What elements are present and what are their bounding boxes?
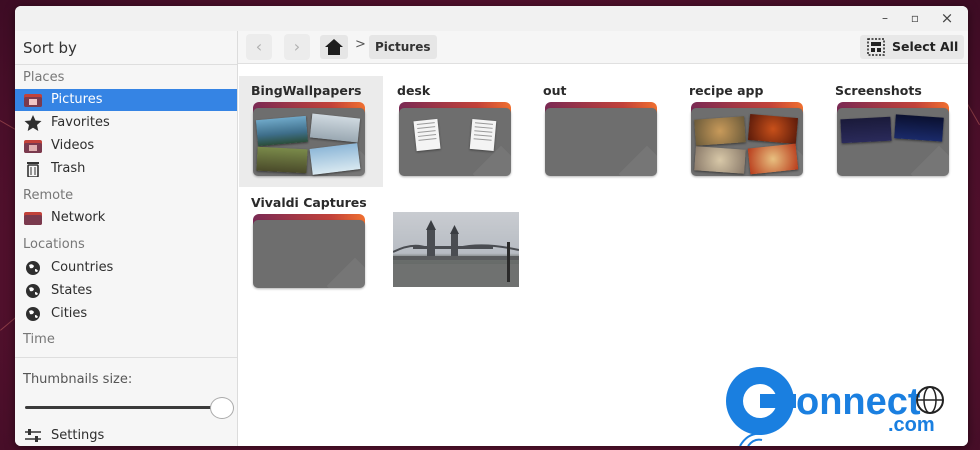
sliders-icon xyxy=(25,429,41,442)
sidebar-item-network[interactable]: Network xyxy=(15,207,237,229)
minimize-button[interactable]: – xyxy=(875,9,895,27)
divider xyxy=(15,64,237,65)
sidebar-item-trash[interactable]: Trash xyxy=(15,158,237,180)
file-manager-window: – ▫ × Sort by Places Pictures Favorites … xyxy=(15,6,968,446)
thumbnail-photo xyxy=(309,113,361,143)
section-time[interactable]: Time xyxy=(23,332,55,347)
slider-track xyxy=(25,406,213,409)
title-bar: – ▫ × xyxy=(15,6,968,31)
select-all-label: Select All xyxy=(892,39,959,54)
sidebar-item-label: Countries xyxy=(51,260,114,275)
folder-name: Screenshots xyxy=(835,83,922,98)
sidebar-item-label: Network xyxy=(51,210,106,225)
breadcrumb-current[interactable]: Pictures xyxy=(369,35,437,59)
videos-folder-icon xyxy=(24,140,42,153)
document-thumbnail xyxy=(469,119,497,151)
folder-name: recipe app xyxy=(689,83,764,98)
toolbar: ‹ › > Pictures Select All xyxy=(238,31,968,64)
sidebar-item-cities[interactable]: Cities xyxy=(15,303,237,325)
slider-knob[interactable] xyxy=(210,397,234,419)
sidebar-item-label: Trash xyxy=(51,161,86,176)
sidebar-item-videos[interactable]: Videos xyxy=(15,135,237,157)
sidebar-item-countries[interactable]: Countries xyxy=(15,257,237,279)
thumbnail-photo xyxy=(694,146,746,174)
trash-icon xyxy=(27,162,39,177)
watermark-logo: onnect .com xyxy=(712,354,968,446)
photo-thumbnail xyxy=(393,220,519,287)
sidebar-item-label: Cities xyxy=(51,306,88,321)
close-button[interactable]: × xyxy=(937,9,957,27)
thumbnail-photo xyxy=(256,146,308,174)
thumbnail-photo xyxy=(694,116,746,146)
folder-icon xyxy=(837,102,949,176)
pictures-folder-icon xyxy=(24,94,42,107)
folder-bingwallpapers[interactable]: BingWallpapers xyxy=(239,76,383,187)
section-locations: Locations xyxy=(23,237,85,252)
forward-button[interactable]: › xyxy=(284,34,310,60)
thumbnails-size-slider[interactable] xyxy=(25,397,234,419)
thumbnail-photo xyxy=(255,115,309,147)
folder-recipe-app[interactable]: recipe app xyxy=(677,76,821,187)
svg-text:.com: .com xyxy=(888,414,935,436)
folder-desk[interactable]: desk xyxy=(385,76,529,187)
star-icon xyxy=(24,115,42,131)
settings-label: Settings xyxy=(51,428,105,443)
folder-icon xyxy=(253,102,365,176)
breadcrumb-home[interactable] xyxy=(320,35,348,59)
folder-screenshots[interactable]: Screenshots xyxy=(823,76,967,187)
breadcrumb-separator: > xyxy=(355,37,366,52)
folder-icon xyxy=(253,214,365,288)
sidebar-item-label: Videos xyxy=(51,138,95,153)
sidebar-item-pictures[interactable]: Pictures xyxy=(15,89,237,111)
folder-vivaldi-captures[interactable]: Vivaldi Captures xyxy=(239,188,383,299)
network-folder-icon xyxy=(24,212,42,225)
folder-icon xyxy=(691,102,803,176)
settings-button[interactable]: Settings xyxy=(15,425,237,446)
sidebar-item-label: Pictures xyxy=(51,92,103,107)
document-thumbnail xyxy=(413,118,441,152)
home-icon xyxy=(325,39,343,55)
sort-by-button[interactable]: Sort by xyxy=(23,39,77,57)
folder-out[interactable]: out xyxy=(531,76,675,187)
folder-icon xyxy=(545,102,657,176)
divider xyxy=(15,357,237,358)
globe-icon xyxy=(26,261,40,275)
sidebar-item-label: Favorites xyxy=(51,115,110,130)
folder-name: BingWallpapers xyxy=(251,83,362,98)
thumbnail-photo xyxy=(747,113,799,145)
sidebar: Sort by Places Pictures Favorites Videos… xyxy=(15,31,238,446)
globe-icon xyxy=(26,284,40,298)
sidebar-item-states[interactable]: States xyxy=(15,280,237,302)
thumbnail-screenshot xyxy=(894,114,944,142)
sidebar-item-favorites[interactable]: Favorites xyxy=(15,112,237,134)
folder-name: out xyxy=(543,83,567,98)
folder-name: Vivaldi Captures xyxy=(251,195,367,210)
folder-name: desk xyxy=(397,83,431,98)
thumbnail-photo xyxy=(747,143,799,175)
section-remote: Remote xyxy=(23,188,74,203)
globe-icon xyxy=(26,307,40,321)
section-places: Places xyxy=(23,70,65,85)
folder-icon xyxy=(399,102,511,176)
thumbnail-screenshot xyxy=(840,116,892,144)
back-button[interactable]: ‹ xyxy=(246,34,272,60)
select-all-button[interactable]: Select All xyxy=(860,35,964,59)
thumbnails-size-label: Thumbnails size: xyxy=(23,372,133,387)
image-file-tower-bridge[interactable] xyxy=(393,212,519,287)
maximize-button[interactable]: ▫ xyxy=(905,9,925,27)
select-all-icon xyxy=(867,38,885,56)
sidebar-item-label: States xyxy=(51,283,93,298)
